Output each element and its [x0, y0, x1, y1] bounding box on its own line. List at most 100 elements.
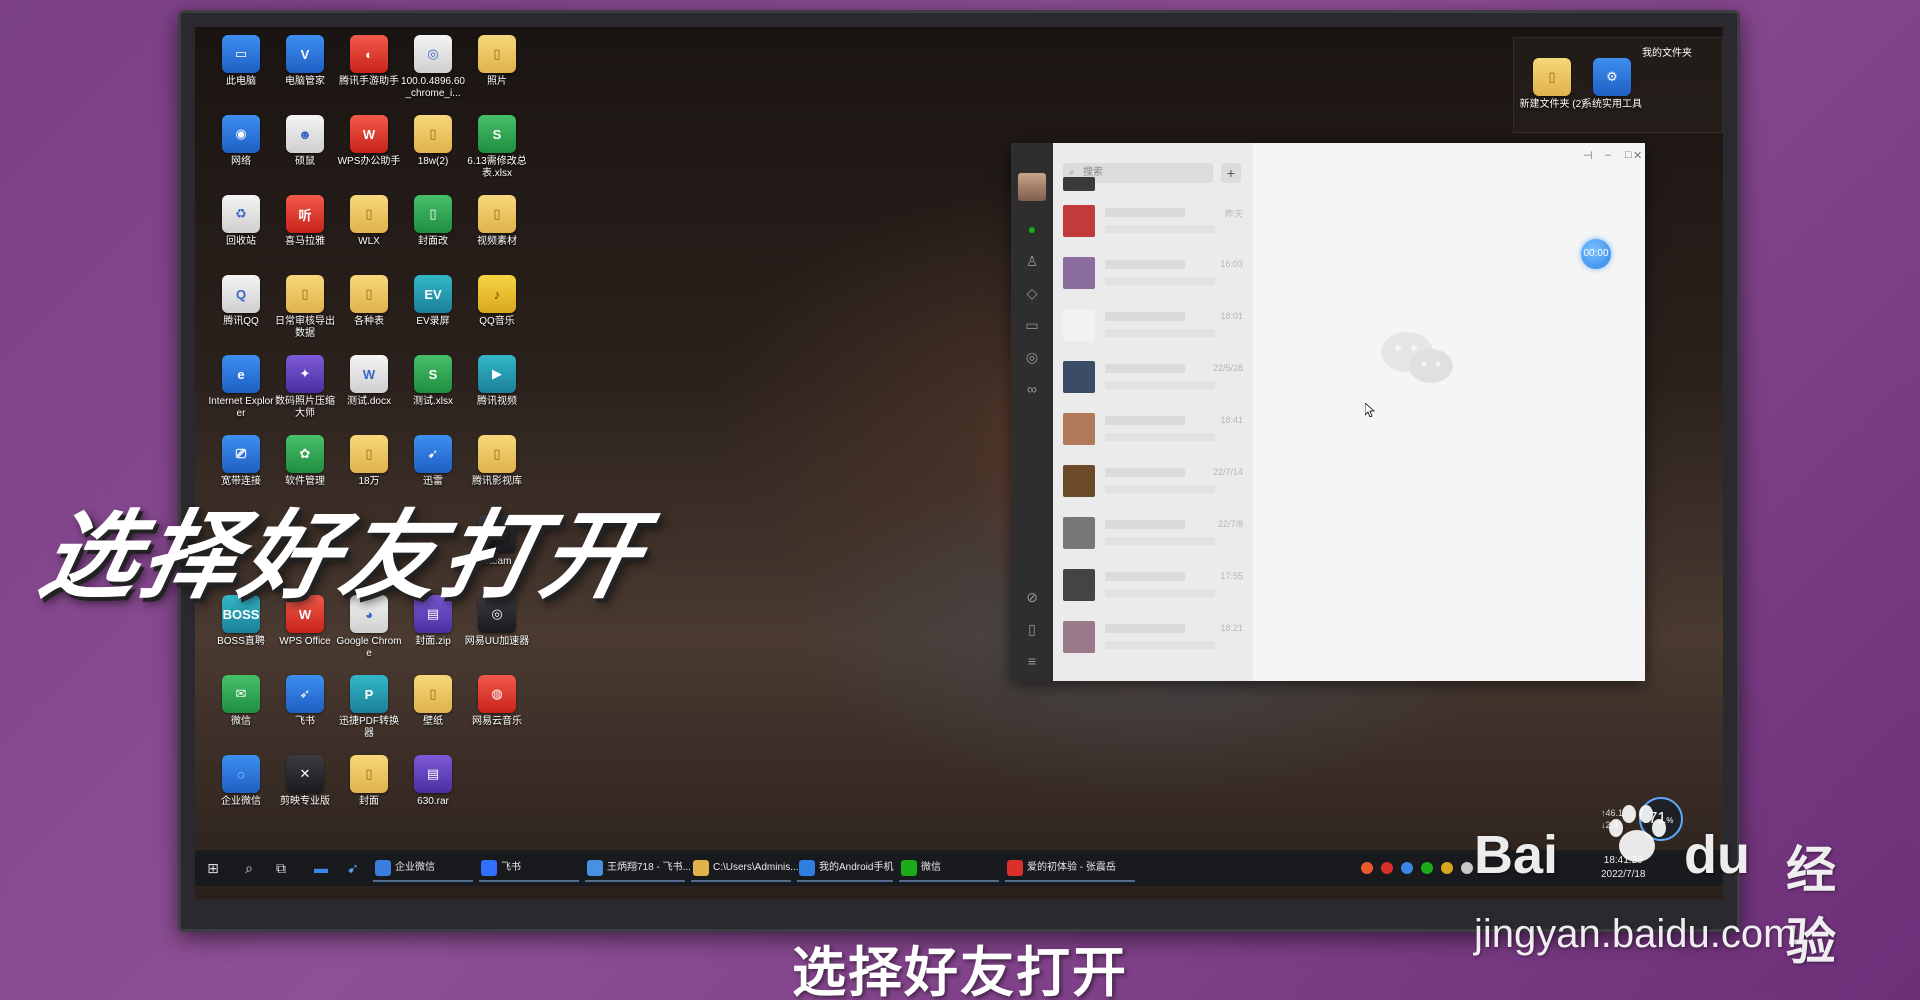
- chat-icon[interactable]: ●: [1024, 221, 1040, 237]
- list-item[interactable]: 22/7/8: [1053, 507, 1253, 559]
- desktop-icon[interactable]: Q 腾讯QQ: [209, 275, 273, 353]
- tray-icon[interactable]: [1381, 862, 1393, 874]
- maximize-button[interactable]: □: [1625, 149, 1632, 161]
- desktop-icon[interactable]: S 6.13需修改总表.xlsx: [465, 115, 529, 193]
- desktop-icon[interactable]: EV EV录屏: [401, 275, 465, 353]
- task-view-icon[interactable]: ⧉: [271, 858, 291, 878]
- desktop-icon[interactable]: ▯ 视频素材: [465, 195, 529, 273]
- contacts-icon[interactable]: ♙: [1024, 253, 1040, 269]
- taskbar-app[interactable]: 微信: [899, 854, 999, 882]
- list-item[interactable]: 18:21: [1053, 611, 1253, 663]
- wechat-logo-icon: [1381, 332, 1453, 383]
- desktop-icon[interactable]: ▯ WLX: [337, 195, 401, 273]
- app-icon: ◎: [414, 35, 452, 73]
- desktop-icon[interactable]: ▯ 照片: [465, 35, 529, 113]
- taskbar-app[interactable]: 王炳翔718 - 飞书...: [585, 854, 691, 882]
- desktop-icon[interactable]: ▯ 封面: [337, 755, 401, 833]
- recording-timer[interactable]: 00:00: [1581, 239, 1611, 269]
- tray-icon[interactable]: [1421, 862, 1433, 874]
- desktop-icon[interactable]: ✦ 数码照片压缩大师: [273, 355, 337, 433]
- moments-icon[interactable]: ◎: [1024, 349, 1040, 365]
- desktop-icon[interactable]: ▯ 封面改: [401, 195, 465, 273]
- desktop-icon[interactable]: ◉ 网络: [209, 115, 273, 193]
- phone-icon[interactable]: ▯: [1024, 621, 1040, 637]
- list-item[interactable]: 16:03: [1053, 247, 1253, 299]
- desktop-icon[interactable]: ▭ 此电脑: [209, 35, 273, 113]
- list-item[interactable]: 17:55: [1053, 559, 1253, 611]
- pin-icon[interactable]: ⊣: [1583, 149, 1593, 162]
- last-message-blurred: [1105, 381, 1215, 389]
- contact-avatar: [1063, 177, 1095, 191]
- pinned-app-icon[interactable]: ▬: [311, 858, 331, 878]
- desktop-icon[interactable]: ▤ 630.rar: [401, 755, 465, 833]
- tray-icon[interactable]: [1361, 862, 1373, 874]
- tray-icon[interactable]: [1461, 862, 1473, 874]
- app-icon: ▯: [286, 275, 324, 313]
- list-item[interactable]: 18:41: [1053, 403, 1253, 455]
- desktop-icon[interactable]: ◐ 腾讯手游助手: [337, 35, 401, 113]
- desktop-icon[interactable]: 听喜马拉雅: [273, 195, 337, 273]
- app-icon: V: [286, 35, 324, 73]
- app-icon: ◉: [222, 115, 260, 153]
- gear-icon: ⚙: [1593, 58, 1631, 96]
- desktop-icon-system-tools[interactable]: ⚙ 系统实用工具: [1580, 58, 1644, 136]
- taskbar-app[interactable]: 企业微信: [373, 854, 473, 882]
- desktop-icon[interactable]: W WPS办公助手: [337, 115, 401, 193]
- clock-date: 2022/7/18: [1601, 869, 1646, 880]
- desktop-icon[interactable]: ◍ 网易云音乐: [465, 675, 529, 753]
- menu-icon[interactable]: ≡: [1024, 653, 1040, 669]
- desktop-icon[interactable]: ♪ QQ音乐: [465, 275, 529, 353]
- list-item[interactable]: [1053, 175, 1253, 197]
- avatar[interactable]: [1018, 173, 1046, 201]
- contact-avatar: [1063, 465, 1095, 497]
- taskbar-app[interactable]: C:\Users\Adminis...: [691, 854, 799, 882]
- link-icon[interactable]: ⊘: [1024, 589, 1040, 605]
- search-icon[interactable]: ⌕: [239, 858, 259, 878]
- desktop-icon-label: 企业微信: [221, 796, 261, 807]
- minimize-button[interactable]: –: [1605, 149, 1611, 161]
- watermark-du: du: [1684, 825, 1750, 885]
- desktop-icon[interactable]: ➶ 飞书: [273, 675, 337, 753]
- desktop-icon[interactable]: ◌ 企业微信: [209, 755, 273, 833]
- list-item[interactable]: 18:01: [1053, 299, 1253, 351]
- list-item[interactable]: 昨天: [1053, 195, 1253, 247]
- app-icon: ➶: [286, 675, 324, 713]
- desktop-icon[interactable]: ▶ 腾讯视频: [465, 355, 529, 433]
- desktop-icon-label: 各种表: [354, 316, 384, 327]
- desktop-icon-new-folder[interactable]: ▯ 新建文件夹 (2): [1520, 58, 1585, 136]
- taskbar-app[interactable]: 飞书: [479, 854, 579, 882]
- desktop-icon[interactable]: ▯ 壁纸: [401, 675, 465, 753]
- desktop-icon[interactable]: ☻ 硕鼠: [273, 115, 337, 193]
- watermark-url: jingyan.baidu.com: [1474, 912, 1797, 956]
- desktop-icon[interactable]: P 迅捷PDF转换器: [337, 675, 401, 753]
- desktop-icon[interactable]: ✕ 剪映专业版: [273, 755, 337, 833]
- windows-start-icon[interactable]: ⊞: [203, 858, 223, 878]
- files-icon[interactable]: ▭: [1024, 317, 1040, 333]
- desktop-icon[interactable]: ▯ 18w(2): [401, 115, 465, 193]
- desktop-icon[interactable]: ♻ 回收站: [209, 195, 273, 273]
- tray-icon[interactable]: [1441, 862, 1453, 874]
- favorites-icon[interactable]: ◇: [1024, 285, 1040, 301]
- list-item[interactable]: 22/5/28: [1053, 351, 1253, 403]
- contact-name-blurred: [1105, 260, 1185, 269]
- close-button[interactable]: ✕: [1633, 149, 1642, 162]
- chat-time: 昨天: [1224, 209, 1243, 219]
- desktop-icon[interactable]: ✉ 微信: [209, 675, 273, 753]
- desktop-icon[interactable]: ◎ 100.0.4896.60_chrome_i...: [401, 35, 465, 113]
- list-item[interactable]: 22/7/14: [1053, 455, 1253, 507]
- app-icon: ▯: [350, 195, 388, 233]
- pinned-xunlei-icon[interactable]: ➹: [343, 858, 363, 878]
- chat-time: 22/7/8: [1217, 519, 1243, 529]
- desktop-icon[interactable]: W 测试.docx: [337, 355, 401, 433]
- desktop-icon[interactable]: e Internet Explorer: [208, 355, 274, 433]
- tray-icon[interactable]: [1401, 862, 1413, 874]
- taskbar-app[interactable]: 我的Android手机: [797, 854, 893, 882]
- desktop-icon[interactable]: V 电脑管家: [273, 35, 337, 113]
- desktop-icon[interactable]: ▯ 日常审核导出数据: [273, 275, 337, 353]
- taskbar-app[interactable]: 爱的初体验 - 张震岳: [1005, 854, 1135, 882]
- miniprogram-icon[interactable]: ∞: [1024, 381, 1040, 397]
- desktop-icon[interactable]: S 测试.xlsx: [401, 355, 465, 433]
- desktop-icon-label: QQ音乐: [479, 316, 515, 327]
- contact-avatar: [1063, 413, 1095, 445]
- desktop-icon[interactable]: ▯ 各种表: [337, 275, 401, 353]
